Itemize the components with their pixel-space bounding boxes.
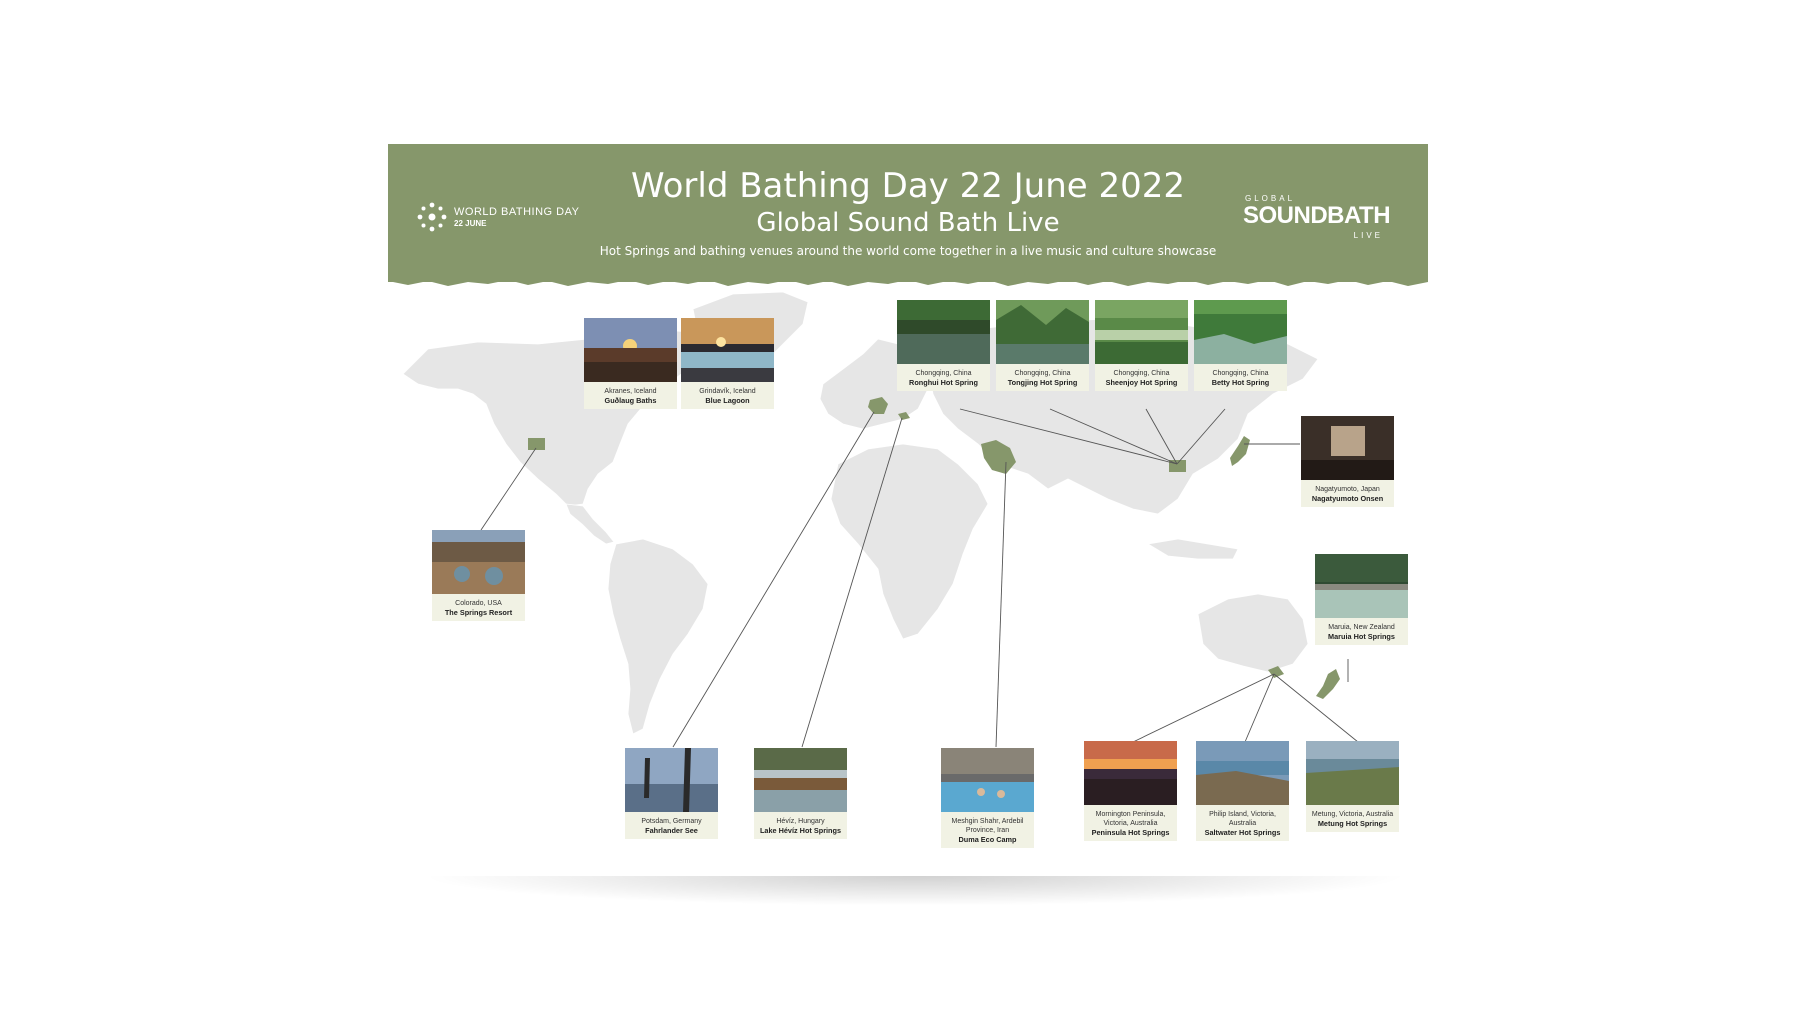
- venue-photo: [1301, 416, 1394, 480]
- venue-photo: [897, 300, 990, 364]
- venue-location: Meshgin Shahr, Ardebil Province, Iran: [951, 818, 1024, 834]
- venue-location: Nagatyumoto, Japan: [1315, 486, 1380, 493]
- central-america-landmass: [565, 503, 615, 545]
- venue-photo: [1196, 741, 1289, 805]
- venue-location: Akranes, Iceland: [604, 388, 657, 395]
- venue-card[interactable]: Hévíz, Hungary Lake Hévíz Hot Springs: [754, 748, 847, 839]
- venue-card[interactable]: Akranes, Iceland Guðlaug Baths: [584, 318, 677, 409]
- venue-card[interactable]: Metung, Victoria, Australia Metung Hot Sp…: [1306, 741, 1399, 832]
- gsb-logo-line3: LIVE: [1353, 231, 1383, 240]
- venue-location: Philip Island, Victoria, Australia: [1209, 811, 1276, 827]
- venue-photo: [996, 300, 1089, 364]
- venue-name: The Springs Resort: [444, 608, 513, 617]
- venue-photo: [1315, 554, 1408, 618]
- venue-photo: [941, 748, 1034, 812]
- venue-location: Hévíz, Hungary: [776, 818, 825, 825]
- venue-photo: [1306, 741, 1399, 805]
- venue-card[interactable]: Chongqing, China Ronghui Hot Spring: [897, 300, 990, 391]
- africa-landmass: [830, 443, 989, 640]
- venue-location: Colorado, USA: [455, 600, 502, 607]
- venue-name: Duma Eco Camp: [958, 835, 1017, 844]
- venue-photo: [584, 318, 677, 382]
- venue-name: Lake Hévíz Hot Springs: [759, 826, 842, 835]
- leader-line-metung: [1273, 673, 1359, 743]
- indonesia-landmass: [1146, 538, 1239, 560]
- header-banner: WORLD BATHING DAY 22 JUNE World Bathing …: [388, 144, 1428, 282]
- venue-location: Chongqing, China: [1212, 370, 1269, 377]
- venue-card[interactable]: Colorado, USA The Springs Resort: [432, 530, 525, 621]
- poster: WORLD BATHING DAY 22 JUNE World Bathing …: [388, 144, 1428, 879]
- leader-line-iran: [995, 461, 1007, 748]
- leader-line-mornington: [1132, 673, 1275, 743]
- page-description: Hot Springs and bathing venues around th…: [599, 244, 1217, 258]
- venue-name: Ronghui Hot Spring: [909, 378, 978, 387]
- venue-name: Metung Hot Springs: [1317, 819, 1388, 828]
- venue-name: Nagatyumoto Onsen: [1311, 494, 1384, 503]
- venue-card[interactable]: Mornington Peninsula, Victoria, Australi…: [1084, 741, 1177, 841]
- venue-photo: [1095, 300, 1188, 364]
- venue-name: Tongjing Hot Spring: [1007, 378, 1078, 387]
- venue-location: Metung, Victoria, Australia: [1311, 811, 1394, 818]
- venue-card[interactable]: Chongqing, China Sheenjoy Hot Spring: [1095, 300, 1188, 391]
- venue-photo: [432, 530, 525, 594]
- venue-photo: [625, 748, 718, 812]
- venue-name: Fahrlander See: [645, 826, 698, 835]
- venue-card[interactable]: Chongqing, China Betty Hot Spring: [1194, 300, 1287, 391]
- venue-card[interactable]: Meshgin Shahr, Ardebil Province, Iran Dum…: [941, 748, 1034, 848]
- venue-card[interactable]: Maruia, New Zealand Maruia Hot Springs: [1315, 554, 1408, 645]
- venue-location: Chongqing, China: [1014, 370, 1071, 377]
- venue-photo: [681, 318, 774, 382]
- new-zealand-highlight: [1316, 669, 1340, 699]
- venue-photo: [1084, 741, 1177, 805]
- venue-location: Grindavík, Iceland: [699, 388, 756, 395]
- torn-paper-edge: [388, 272, 1428, 286]
- venue-card[interactable]: Grindavík, Iceland Blue Lagoon: [681, 318, 774, 409]
- leader-line-colorado: [480, 447, 537, 531]
- venue-card[interactable]: Chongqing, China Tongjing Hot Spring: [996, 300, 1089, 391]
- venue-name: Peninsula Hot Springs: [1091, 828, 1170, 837]
- venue-name: Sheenjoy Hot Spring: [1105, 378, 1178, 387]
- gsb-logo-line2: SOUNDBATH: [1243, 202, 1391, 229]
- venue-name: Betty Hot Spring: [1211, 378, 1270, 387]
- venue-photo: [754, 748, 847, 812]
- venue-photo: [1194, 300, 1287, 364]
- venue-location: Chongqing, China: [915, 370, 972, 377]
- australia-landmass: [1197, 593, 1309, 673]
- venue-name: Maruia Hot Springs: [1328, 632, 1395, 641]
- venue-name: Saltwater Hot Springs: [1204, 828, 1281, 837]
- venue-name: Guðlaug Baths: [604, 396, 657, 405]
- south-america-landmass: [607, 538, 709, 735]
- venue-name: Blue Lagoon: [705, 396, 750, 405]
- venue-location: Mornington Peninsula, Victoria, Australi…: [1095, 811, 1166, 827]
- global-sound-bath-logo: GLOBAL SOUNDBATH LIVE: [1243, 194, 1413, 244]
- venue-card[interactable]: Philip Island, Victoria, Australia Saltwa…: [1196, 741, 1289, 841]
- usa-colorado-highlight: [528, 438, 545, 450]
- venue-location: Maruia, New Zealand: [1328, 624, 1395, 631]
- venue-card[interactable]: Nagatyumoto, Japan Nagatyumoto Onsen: [1301, 416, 1394, 507]
- leader-line-philip: [1244, 673, 1275, 743]
- venue-location: Potsdam, Germany: [641, 818, 702, 825]
- venue-card[interactable]: Potsdam, Germany Fahrlander See: [625, 748, 718, 839]
- poster-shadow: [420, 876, 1410, 906]
- venue-location: Chongqing, China: [1113, 370, 1170, 377]
